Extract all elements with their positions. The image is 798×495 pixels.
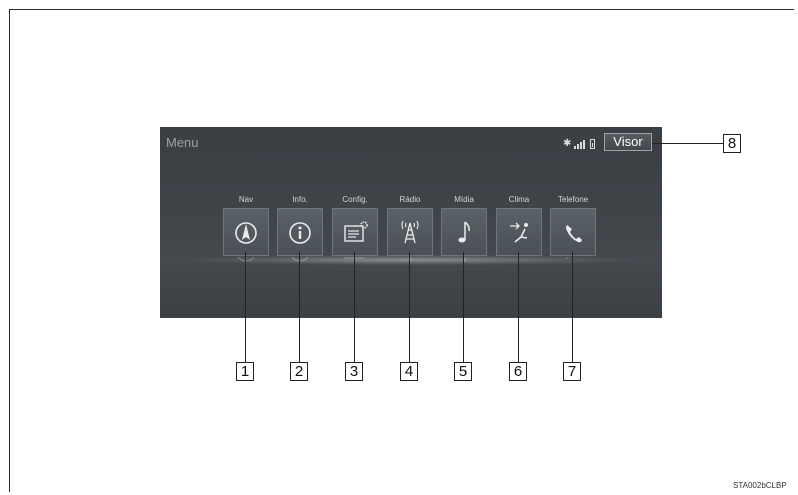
- callout-2: 2: [290, 362, 308, 381]
- climate-seat-icon: [510, 222, 528, 243]
- radio-button[interactable]: [387, 208, 433, 256]
- visor-button[interactable]: Visor: [604, 133, 652, 151]
- clima-reflection: [496, 257, 542, 275]
- callout-line-7: [572, 252, 573, 362]
- callout-line-6: [518, 252, 519, 362]
- nav-button[interactable]: [223, 208, 269, 256]
- telefone-reflection: [550, 257, 596, 275]
- midia-reflection: [441, 257, 487, 275]
- radio-reflection: [387, 257, 433, 275]
- midia-button[interactable]: [441, 208, 487, 256]
- signal-bars-icon: [574, 139, 586, 149]
- callout-1: 1: [236, 362, 254, 381]
- callout-line-2: [299, 252, 300, 362]
- config-reflection: [332, 257, 378, 275]
- midia-label: Mídia: [454, 195, 474, 204]
- callout-line-1: [245, 252, 246, 362]
- bluetooth-icon: ✱: [563, 138, 572, 149]
- callout-7: 7: [563, 362, 581, 381]
- callout-8: 8: [723, 134, 741, 153]
- phone-icon: [566, 225, 582, 243]
- nav-label: Nav: [238, 195, 254, 204]
- telefone-button[interactable]: [550, 208, 596, 256]
- info-icon: [289, 222, 311, 244]
- callout-3: 3: [345, 362, 363, 381]
- config-label: Config.: [342, 195, 368, 204]
- status-icons: ✱: [563, 137, 596, 149]
- callout-6: 6: [509, 362, 527, 381]
- info-label: Info.: [292, 195, 308, 204]
- battery-icon: [590, 139, 596, 149]
- callout-line-5: [463, 252, 464, 362]
- telefone-label: Telefone: [557, 195, 589, 204]
- radio-label: Rádio: [399, 195, 421, 204]
- callout-line-3: [354, 252, 355, 362]
- callout-line-8: [652, 143, 723, 144]
- callout-line-4: [409, 252, 410, 362]
- compass-icon: [235, 222, 257, 244]
- radio-tower-icon: [401, 220, 419, 244]
- image-code: STA002bCLBP: [733, 481, 787, 490]
- settings-icon: [344, 221, 368, 242]
- clima-button[interactable]: [496, 208, 542, 256]
- callout-4: 4: [400, 362, 418, 381]
- info-reflection: [277, 257, 323, 275]
- screen-title: Menu: [166, 135, 199, 150]
- config-button[interactable]: [332, 208, 378, 256]
- clima-label: Clima: [508, 195, 530, 204]
- nav-reflection: [223, 257, 269, 275]
- music-note-icon: [458, 221, 470, 243]
- info-button[interactable]: [277, 208, 323, 256]
- callout-5: 5: [454, 362, 472, 381]
